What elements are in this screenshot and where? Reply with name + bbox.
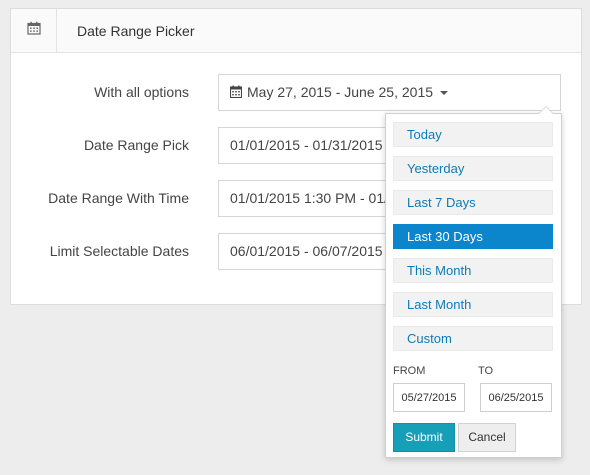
range-dropdown: Today Yesterday Last 7 Days Last 30 Days… [385, 106, 562, 458]
calendar-icon [229, 76, 243, 110]
all-options-range-button[interactable]: May 27, 2015 - June 25, 2015 [218, 74, 561, 111]
row-label: Date Range Pick [83, 137, 189, 153]
range-yesterday[interactable]: Yesterday [393, 156, 553, 181]
range-today[interactable]: Today [393, 122, 553, 147]
row-label: With all options [94, 84, 189, 100]
to-date-input[interactable] [480, 383, 552, 412]
row-label: Limit Selectable Dates [49, 243, 189, 259]
cancel-button[interactable]: Cancel [458, 423, 516, 452]
caret-down-icon [440, 91, 449, 96]
selected-range-text: May 27, 2015 - June 25, 2015 [247, 84, 434, 100]
range-last-month[interactable]: Last Month [393, 292, 553, 317]
header-icon-box [11, 9, 57, 52]
range-last-30-days[interactable]: Last 30 Days [393, 224, 553, 249]
from-date-input[interactable] [393, 383, 465, 412]
to-label: TO [478, 365, 494, 377]
row-label: Date Range With Time [48, 190, 189, 206]
panel-title: Date Range Picker [77, 22, 195, 39]
range-custom[interactable]: Custom [393, 326, 553, 351]
submit-button[interactable]: Submit [393, 423, 455, 452]
dropdown-arrow-fill [539, 107, 553, 114]
row-all-options: With all options May 27, 2015 - June 25,… [11, 74, 583, 111]
panel-header: Date Range Picker [11, 9, 581, 53]
calendar-icon [26, 21, 41, 40]
range-last-7-days[interactable]: Last 7 Days [393, 190, 553, 215]
range-this-month[interactable]: This Month [393, 258, 553, 283]
from-label: FROM [393, 365, 426, 377]
